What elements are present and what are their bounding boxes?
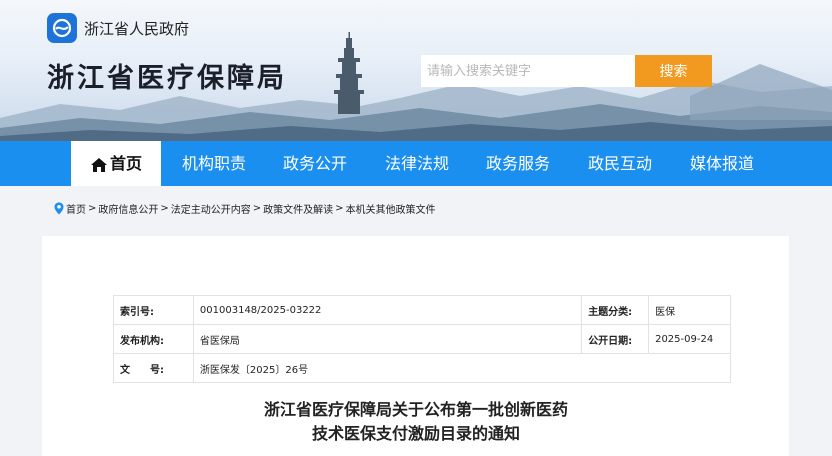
nav-item-institution[interactable]: 机构职责 bbox=[169, 141, 259, 186]
index-label: 索引号: bbox=[113, 295, 194, 325]
document-title-line2: 技术医保支付激励目录的通知 bbox=[311, 424, 520, 443]
breadcrumb-separator: > bbox=[88, 203, 97, 214]
search-button[interactable]: 搜索 bbox=[635, 55, 712, 87]
issuer-value: 省医保局 bbox=[192, 324, 583, 354]
nav-item-government-affairs[interactable]: 政务公开 bbox=[270, 141, 360, 186]
docno-label: 文 号: bbox=[113, 353, 194, 383]
nav-item-interaction[interactable]: 政民互动 bbox=[575, 141, 665, 186]
breadcrumb-statutory-content[interactable]: 法定主动公开内容 bbox=[171, 201, 251, 216]
table-row: 发布机构: 省医保局 公开日期: 2025-09-24 bbox=[113, 324, 731, 354]
site-title: 浙江省医疗保障局 bbox=[47, 63, 287, 94]
breadcrumb-info-disclosure[interactable]: 政府信息公开 bbox=[98, 201, 158, 216]
topic-value: 医保 bbox=[648, 295, 731, 325]
gov-name-link[interactable]: 浙江省人民政府 bbox=[84, 18, 189, 39]
breadcrumb-separator: > bbox=[335, 203, 344, 214]
index-value: 001003148/2025-03222 bbox=[192, 295, 583, 325]
topic-label: 主题分类: bbox=[581, 295, 650, 325]
nav-item-laws[interactable]: 法律法规 bbox=[372, 141, 462, 186]
nav-item-home[interactable]: 首页 bbox=[71, 141, 161, 186]
table-row: 索引号: 001003148/2025-03222 主题分类: 医保 bbox=[113, 295, 731, 325]
pagoda-illustration bbox=[334, 32, 364, 114]
breadcrumb-separator: > bbox=[160, 203, 169, 214]
table-row: 文 号: 浙医保发〔2025〕26号 bbox=[113, 353, 732, 383]
location-pin-icon bbox=[54, 202, 64, 215]
document-meta-table: 索引号: 001003148/2025-03222 主题分类: 医保 发布机构:… bbox=[113, 295, 732, 383]
main-nav: 首页 机构职责 政务公开 法律法规 政务服务 政民互动 媒体报道 bbox=[0, 141, 832, 186]
breadcrumb-home[interactable]: 首页 bbox=[66, 201, 86, 216]
document-title: 浙江省医疗保障局关于公布第一批创新医药 技术医保支付激励目录的通知 bbox=[200, 398, 632, 446]
issuer-label: 发布机构: bbox=[113, 324, 194, 354]
nav-item-services[interactable]: 政务服务 bbox=[473, 141, 563, 186]
date-value: 2025-09-24 bbox=[648, 324, 731, 354]
document-title-line1: 浙江省医疗保障局关于公布第一批创新医药 bbox=[263, 400, 568, 419]
date-label: 公开日期: bbox=[581, 324, 650, 354]
breadcrumb-separator: > bbox=[252, 203, 262, 214]
breadcrumb: 首页 > 政府信息公开 > 法定主动公开内容 > 政策文件及解读 > 本机关其他… bbox=[54, 201, 436, 216]
gov-logo-icon[interactable] bbox=[47, 13, 77, 43]
home-icon bbox=[90, 157, 107, 172]
header-banner: 浙江省人民政府 浙江省医疗保障局 搜索 bbox=[0, 0, 832, 141]
nav-item-label: 首页 bbox=[109, 154, 142, 173]
nav-item-media[interactable]: 媒体报道 bbox=[677, 141, 767, 186]
breadcrumb-policy-documents[interactable]: 政策文件及解读 bbox=[263, 201, 333, 216]
docno-value: 浙医保发〔2025〕26号 bbox=[192, 353, 732, 383]
breadcrumb-other-policies[interactable]: 本机关其他政策文件 bbox=[346, 201, 436, 216]
search-input[interactable] bbox=[421, 55, 635, 87]
